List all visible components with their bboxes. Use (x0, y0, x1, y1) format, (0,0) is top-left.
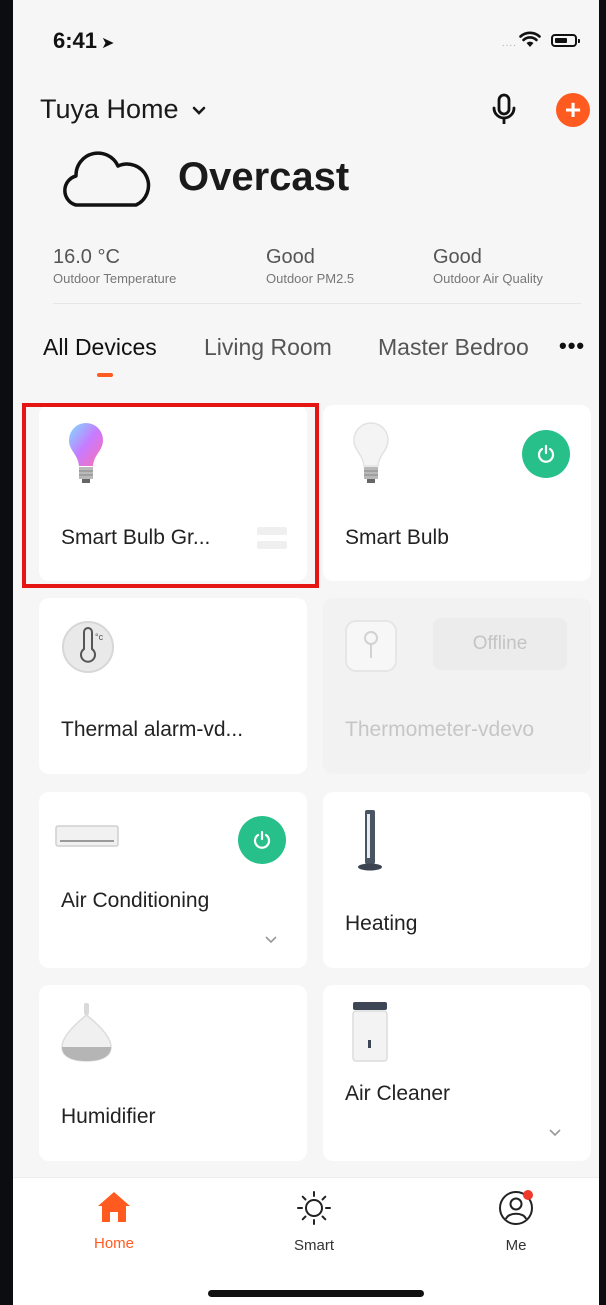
divider (53, 303, 581, 304)
device-name: Smart Bulb (345, 526, 449, 549)
nav-home[interactable]: Home (54, 1190, 174, 1252)
device-name: Air Conditioning (61, 889, 210, 912)
power-button[interactable] (238, 816, 286, 864)
air-conditioner-icon (55, 825, 119, 847)
location-arrow-icon: ➤ (101, 35, 115, 52)
device-card-heating[interactable]: Heating (323, 792, 591, 968)
tab-all-devices[interactable]: All Devices (43, 334, 157, 361)
bottom-nav: Home Smart Me (13, 1177, 599, 1305)
profile-icon (499, 1190, 533, 1225)
chevron-down-icon[interactable] (265, 936, 277, 944)
tab-living-room[interactable]: Living Room (204, 334, 332, 361)
device-card-smart-bulb[interactable]: Smart Bulb (323, 405, 591, 581)
device-name: Thermometer-vdevo (345, 718, 535, 741)
power-button[interactable] (522, 430, 570, 478)
device-card-air-conditioning[interactable]: Air Conditioning (39, 792, 307, 968)
room-tabs: All Devices Living Room Master Bedroo (13, 334, 599, 374)
battery-icon (551, 34, 580, 47)
phone-screen: 6:41 ➤ .... Tuya Home + Overcast 16.0 °C … (13, 0, 599, 1305)
device-name: Heating (345, 912, 418, 935)
weather-condition: Overcast (178, 155, 350, 199)
stat-air-quality: Good Outdoor Air Quality (433, 246, 543, 286)
highlight-box (22, 403, 319, 588)
thermometer-sensor-icon (345, 620, 397, 672)
device-card-thermal-alarm[interactable]: °c Thermal alarm-vd... (39, 598, 307, 774)
device-name: Air Cleaner (345, 1082, 451, 1105)
stat-temperature: 16.0 °C Outdoor Temperature (53, 246, 177, 286)
power-icon (253, 830, 271, 849)
home-name: Tuya Home (40, 94, 179, 124)
more-tabs-button[interactable]: ••• (559, 333, 585, 359)
chevron-down-icon[interactable] (549, 1129, 561, 1137)
stat-pm25: Good Outdoor PM2.5 (266, 246, 355, 286)
notification-badge (523, 1190, 533, 1200)
svg-text:°c: °c (95, 632, 104, 642)
nav-me[interactable]: Me (456, 1190, 576, 1254)
device-card-thermometer[interactable]: Offline Thermometer-vdevo (323, 598, 591, 774)
home-indicator (208, 1290, 424, 1297)
sun-icon (297, 1191, 331, 1225)
device-card-air-cleaner[interactable]: Air Cleaner (323, 985, 591, 1161)
thermometer-icon: °c (62, 621, 114, 673)
bulb-icon (353, 422, 389, 483)
chevron-down-icon (192, 106, 206, 115)
device-card-humidifier[interactable]: Humidifier (39, 985, 307, 1161)
tower-heater-icon (358, 810, 382, 871)
device-name: Thermal alarm-vd... (61, 718, 244, 741)
offline-badge: Offline (433, 618, 567, 670)
cloud-icon (63, 151, 151, 207)
wifi-icon (519, 31, 541, 47)
plus-icon: + (564, 94, 582, 125)
tab-master-bedroom[interactable]: Master Bedroo (378, 334, 529, 361)
power-icon (537, 444, 555, 463)
nav-smart[interactable]: Smart (254, 1190, 374, 1254)
home-icon (98, 1192, 130, 1222)
home-selector[interactable]: Tuya Home (40, 94, 206, 125)
humidifier-icon (61, 1003, 112, 1062)
add-device-button[interactable]: + (556, 93, 590, 127)
tab-indicator (97, 373, 113, 377)
status-time: 6:41 ➤ (53, 28, 115, 53)
air-purifier-icon (352, 1002, 388, 1062)
mic-icon[interactable] (489, 93, 519, 127)
device-name: Humidifier (61, 1105, 156, 1128)
signal-icon: .... (501, 38, 517, 49)
status-bar: 6:41 ➤ .... (13, 28, 599, 58)
